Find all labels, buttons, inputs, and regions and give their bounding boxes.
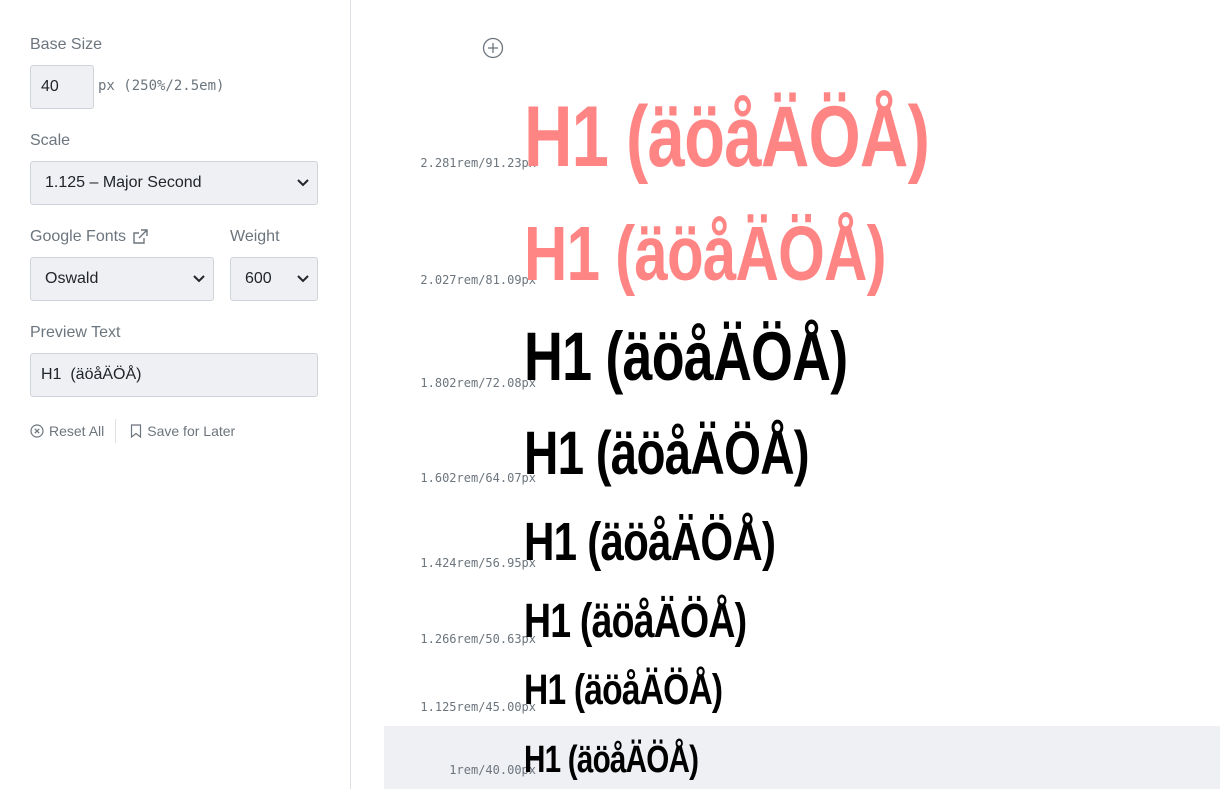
weight-select[interactable]: 600 bbox=[230, 257, 318, 301]
size-label: 1.602rem/64.07px bbox=[420, 471, 536, 485]
scale-row: 1.266rem/50.63px H1 (äöåÄÖÅ) bbox=[384, 590, 1220, 650]
external-link-icon bbox=[133, 229, 148, 244]
size-label: 2.027rem/81.09px bbox=[420, 273, 536, 287]
scale-row: 1.602rem/64.07px H1 (äöåÄÖÅ) bbox=[384, 414, 1220, 488]
base-size-note: px (250%/2.5em) bbox=[98, 78, 225, 94]
sample-text: H1 (äöåÄÖÅ) bbox=[524, 418, 810, 487]
reset-all-label: Reset All bbox=[49, 423, 105, 439]
chevron-down-icon bbox=[297, 275, 309, 283]
google-fonts-link[interactable]: Google Fonts bbox=[30, 228, 148, 246]
save-for-later-label: Save for Later bbox=[147, 423, 236, 439]
size-label: 1.266rem/50.63px bbox=[420, 632, 536, 646]
size-label: 1rem/40.00px bbox=[449, 763, 536, 777]
scale-preview: 2.281rem/91.23px H1 (äöåÄÖÅ) 2.027rem/81.0… bbox=[352, 0, 1220, 789]
size-label: 2.281rem/91.23px bbox=[420, 156, 536, 170]
close-circle-icon bbox=[30, 424, 44, 438]
divider bbox=[115, 419, 117, 443]
scale-select[interactable]: 1.125 – Major Second bbox=[30, 161, 318, 205]
size-label: 1.125rem/45.00px bbox=[420, 700, 536, 714]
scale-row: 2.027rem/81.09px H1 (äöåÄÖÅ) bbox=[384, 200, 1220, 304]
settings-sidebar: Base Size 40 px (250%/2.5em) Scale 1.125… bbox=[0, 0, 351, 789]
sample-text: H1 (äöåÄÖÅ) bbox=[524, 89, 930, 185]
base-size-input[interactable]: 40 bbox=[30, 65, 94, 109]
scale-select-value: 1.125 – Major Second bbox=[45, 174, 202, 191]
bookmark-icon bbox=[131, 424, 142, 438]
font-select-value: Oswald bbox=[45, 270, 99, 287]
size-label: 1.802rem/72.08px bbox=[420, 376, 536, 390]
sample-text: H1 (äöåÄÖÅ) bbox=[524, 738, 699, 781]
scale-row: 2.281rem/91.23px H1 (äöåÄÖÅ) bbox=[384, 80, 1220, 190]
chevron-down-icon bbox=[297, 179, 309, 187]
preview-text-input[interactable]: H1 (äöåÄÖÅ) bbox=[30, 353, 318, 397]
scale-row: 1.125rem/45.00px H1 (äöåÄÖÅ) bbox=[384, 660, 1220, 716]
sample-text: H1 (äöåÄÖÅ) bbox=[524, 210, 887, 297]
sample-text: H1 (äöåÄÖÅ) bbox=[524, 595, 747, 648]
plus-circle-icon[interactable] bbox=[482, 37, 504, 59]
weight-select-value: 600 bbox=[245, 270, 272, 287]
save-for-later-button[interactable]: Save for Later bbox=[130, 423, 235, 439]
sample-text: H1 (äöåÄÖÅ) bbox=[524, 317, 848, 395]
scale-row: 1.424rem/56.95px H1 (äöåÄÖÅ) bbox=[384, 505, 1220, 575]
google-fonts-label: Google Fonts bbox=[30, 228, 127, 245]
weight-label: Weight bbox=[230, 228, 280, 245]
sample-text: H1 (äöåÄÖÅ) bbox=[524, 512, 776, 572]
scale-label: Scale bbox=[30, 132, 71, 149]
chevron-down-icon bbox=[193, 275, 205, 283]
reset-all-button[interactable]: Reset All bbox=[30, 423, 104, 439]
sample-text: H1 (äöåÄÖÅ) bbox=[524, 665, 723, 714]
scale-row: 1rem/40.00px H1 (äöåÄÖÅ) bbox=[384, 726, 1220, 789]
font-select[interactable]: Oswald bbox=[30, 257, 214, 301]
base-size-label: Base Size bbox=[30, 36, 103, 53]
scale-row: 1.802rem/72.08px H1 (äöåÄÖÅ) bbox=[384, 312, 1220, 396]
preview-text-label: Preview Text bbox=[30, 324, 121, 341]
size-label: 1.424rem/56.95px bbox=[420, 556, 536, 570]
